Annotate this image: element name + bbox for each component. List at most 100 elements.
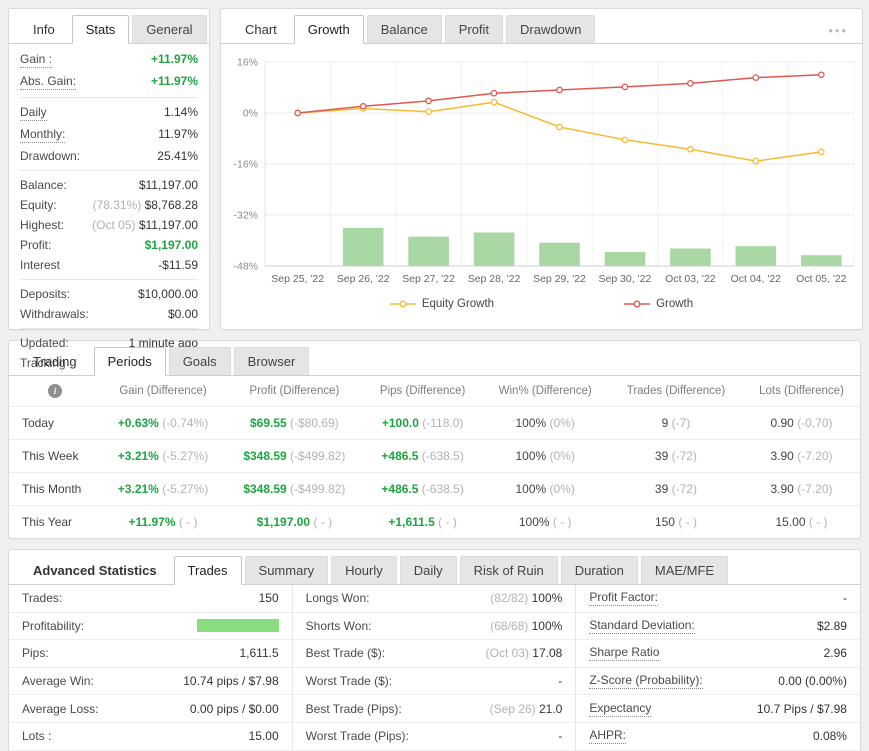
adv-value-expectancy: 10.7 Pips / $7.98 bbox=[756, 701, 847, 716]
table-row-this-week: This Week +3.21% (-5.27%) $348.59 (-$499… bbox=[9, 439, 860, 473]
adv-label-average-win: Average Win: bbox=[22, 674, 94, 689]
svg-text:Sep 29, '22: Sep 29, '22 bbox=[533, 273, 586, 285]
adv-value-worst-trade-usd: - bbox=[558, 674, 563, 689]
adv-value-average-win: 10.74 pips / $7.98 bbox=[183, 674, 279, 689]
profit-diff: (-$499.82) bbox=[290, 449, 346, 463]
adv-label-sharpe-ratio[interactable]: Sharpe Ratio bbox=[589, 645, 660, 662]
gain-diff: (-5.27%) bbox=[162, 449, 209, 463]
stat-value-balance: $11,197.00 bbox=[138, 178, 198, 192]
profit-diff: ( - ) bbox=[313, 515, 333, 529]
win-diff: (0%) bbox=[549, 482, 575, 496]
adv-label-best-trade-pips: Best Trade (Pips): bbox=[305, 701, 402, 716]
svg-text:Oct 05, '22: Oct 05, '22 bbox=[796, 273, 847, 285]
legend-label: Growth bbox=[656, 298, 694, 310]
divider bbox=[20, 328, 198, 329]
adv-value-lots: 15.00 bbox=[248, 729, 279, 744]
tab-hourly[interactable]: Hourly bbox=[331, 556, 397, 585]
stat-label-balance: Balance: bbox=[20, 178, 67, 192]
lots-value: 3.90 bbox=[770, 482, 794, 496]
adv-label-best-trade-usd: Best Trade ($): bbox=[305, 646, 386, 661]
tab-trading[interactable]: Trading bbox=[19, 347, 91, 376]
adv-label-pips: Pips: bbox=[22, 646, 49, 661]
adv-label-ahpr[interactable]: AHPR: bbox=[589, 728, 627, 745]
adv-label-expectancy[interactable]: Expectancy bbox=[589, 701, 652, 717]
advanced-col-1: Trades: 150 Profitability: Pips: 1,611.5 A… bbox=[9, 585, 293, 751]
trades-diff: (-7) bbox=[671, 416, 691, 430]
stat-value-withdrawals: $0.00 bbox=[167, 307, 198, 321]
info-icon[interactable]: i bbox=[48, 384, 62, 398]
svg-text:Sep 28, '22: Sep 28, '22 bbox=[468, 273, 521, 285]
profit-value: $1,197.00 bbox=[256, 515, 311, 529]
col-header-pips: Pips (Difference) bbox=[379, 385, 466, 397]
tab-goals[interactable]: Goals bbox=[168, 347, 231, 376]
tab-balance[interactable]: Balance bbox=[366, 15, 442, 44]
tab-growth[interactable]: Growth bbox=[293, 15, 364, 44]
stat-value-highest: (Oct 05) $11,197.00 bbox=[92, 218, 198, 232]
stat-label-monthly[interactable]: Monthly: bbox=[20, 127, 66, 143]
gain-diff: (-0.74%) bbox=[162, 416, 209, 430]
periods-header-row: i Gain (Difference) Profit (Difference) … bbox=[9, 376, 860, 407]
advanced-statistics-panel: Advanced Statistics Trades Summary Hourl… bbox=[8, 549, 861, 751]
growth-chart: 16% 0% -16% -32% -48% Sep 25, '22 Sep 26, '22 S… bbox=[233, 57, 855, 285]
gain-value: +11.97% bbox=[128, 515, 176, 529]
adv-value-worst-trade-pips: - bbox=[558, 729, 563, 744]
adv-value-longs-won: (82/82) 100% bbox=[490, 591, 563, 606]
lots-diff: (-0.70) bbox=[797, 416, 833, 430]
trades-diff: (-72) bbox=[671, 449, 697, 463]
tab-duration[interactable]: Duration bbox=[560, 556, 638, 585]
tab-browser[interactable]: Browser bbox=[233, 347, 310, 376]
svg-text:Sep 27, '22: Sep 27, '22 bbox=[402, 273, 455, 285]
tab-risk-of-ruin[interactable]: Risk of Ruin bbox=[459, 556, 558, 585]
table-row-today: Today +0.63% (-0.74%) $69.55 (-$80.69) +… bbox=[9, 406, 860, 440]
svg-text:-48%: -48% bbox=[233, 261, 258, 273]
tab-info[interactable]: Info bbox=[19, 15, 69, 44]
gain-diff: ( - ) bbox=[178, 515, 198, 529]
col-header-gain: Gain (Difference) bbox=[119, 385, 207, 397]
trades-value: 39 bbox=[654, 449, 669, 463]
tab-periods[interactable]: Periods bbox=[93, 347, 166, 376]
stat-label-abs-gain[interactable]: Abs. Gain: bbox=[20, 74, 77, 90]
adv-label-z-score[interactable]: Z-Score (Probability): bbox=[589, 673, 703, 690]
adv-label-average-loss: Average Loss: bbox=[22, 701, 99, 716]
tab-drawdown[interactable]: Drawdown bbox=[506, 15, 596, 44]
stat-label-daily[interactable]: Daily bbox=[20, 105, 47, 121]
lots-diff: ( - ) bbox=[808, 515, 828, 529]
tab-profit[interactable]: Profit bbox=[444, 15, 504, 44]
advanced-tabbar: Advanced Statistics Trades Summary Hourl… bbox=[9, 550, 860, 585]
stat-value-gain: +11.97% bbox=[150, 52, 198, 66]
adv-label-shorts-won: Shorts Won: bbox=[305, 618, 372, 633]
svg-text:16%: 16% bbox=[237, 57, 258, 69]
profit-diff: (-$80.69) bbox=[290, 416, 339, 430]
lots-value: 15.00 bbox=[775, 515, 806, 529]
legend-label: Equity Growth bbox=[421, 298, 495, 310]
stat-label-gain[interactable]: Gain : bbox=[20, 52, 53, 68]
adv-value-best-trade-pips: (Sep 26) 21.0 bbox=[489, 701, 563, 716]
adv-value-profit-factor: - bbox=[842, 591, 847, 606]
tab-mae-mfe[interactable]: MAE/MFE bbox=[640, 556, 729, 585]
adv-label-standard-deviation[interactable]: Standard Deviation: bbox=[589, 618, 695, 634]
legend-growth[interactable]: Growth bbox=[624, 298, 693, 310]
stat-label-equity: Equity: bbox=[20, 198, 57, 212]
legend-equity-growth[interactable]: Equity Growth bbox=[389, 298, 495, 310]
tab-chart[interactable]: Chart bbox=[231, 15, 291, 44]
stat-value-abs-gain: +11.97% bbox=[150, 74, 198, 88]
gain-value: +3.21% bbox=[117, 482, 159, 496]
profit-diff: (-$499.82) bbox=[290, 482, 346, 496]
chart-menu-icon[interactable]: ••• bbox=[824, 18, 852, 43]
pips-value: +486.5 bbox=[381, 482, 419, 496]
advanced-col-3: Profit Factor: - Standard Deviation: $2.89… bbox=[576, 585, 860, 751]
tab-trades[interactable]: Trades bbox=[173, 556, 242, 585]
pips-diff: ( - ) bbox=[438, 515, 457, 529]
tab-general[interactable]: General bbox=[132, 15, 207, 44]
win-diff: (0%) bbox=[549, 449, 575, 463]
gain-value: +0.63% bbox=[117, 416, 159, 430]
tab-daily[interactable]: Daily bbox=[399, 556, 457, 585]
tab-stats[interactable]: Stats bbox=[71, 15, 130, 44]
stat-value-monthly: 11.97% bbox=[158, 127, 198, 141]
lots-diff: (-7.20) bbox=[797, 482, 833, 496]
adv-label-profit-factor[interactable]: Profit Factor: bbox=[589, 590, 659, 607]
table-row-this-year: This Year +11.97% ( - ) $1,197.00 ( - ) … bbox=[9, 505, 860, 538]
tab-summary[interactable]: Summary bbox=[244, 556, 329, 585]
col-header-trades: Trades (Difference) bbox=[626, 385, 726, 397]
stat-value-equity: (78.31%) $8,768.28 bbox=[92, 198, 198, 212]
